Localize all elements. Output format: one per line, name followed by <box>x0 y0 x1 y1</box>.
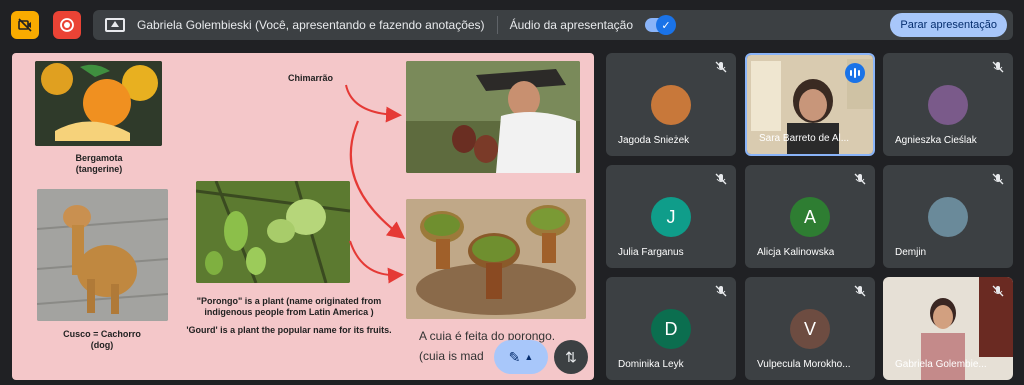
mic-off-icon <box>853 173 867 187</box>
participant-name: Jagoda Śnieżek <box>618 135 690 146</box>
expand-arrows-button[interactable]: ⇅ <box>554 340 588 374</box>
participant-tile[interactable]: A Alicja Kalinowska <box>745 165 875 268</box>
avatar <box>928 85 968 125</box>
participant-tile[interactable]: J Julia Farganus <box>606 165 736 268</box>
annotation-pen-icon: ✎ <box>508 348 521 365</box>
avatar <box>651 85 691 125</box>
presentation-audio-toggle[interactable]: ✓ <box>645 15 676 35</box>
avatar <box>928 197 968 237</box>
avatar: D <box>651 309 691 349</box>
participant-tile[interactable]: Gabriela Golembie... <box>883 277 1013 380</box>
participant-tile[interactable]: D Dominika Leyk <box>606 277 736 380</box>
participant-name: Gabriela Golembie... <box>895 359 987 370</box>
top-bar: Gabriela Golembieski (Você, apresentando… <box>0 0 1024 50</box>
avatar: J <box>651 197 691 237</box>
record-button[interactable] <box>53 11 81 39</box>
participant-tile[interactable]: Demjin <box>883 165 1013 268</box>
annotation-toolbar-button[interactable]: ✎ ▲ <box>494 340 548 374</box>
record-icon <box>60 18 74 32</box>
participant-name: Demjin <box>895 247 927 258</box>
participant-tile[interactable]: Agnieszka Cieślak <box>883 53 1013 156</box>
stop-presenting-button[interactable]: Parar apresentação <box>890 13 1007 37</box>
avatar-initial: D <box>664 318 678 339</box>
participant-name: Sara Barreto de Al... <box>759 133 850 144</box>
mic-off-icon <box>991 61 1005 75</box>
divider <box>496 16 498 34</box>
mic-off-icon <box>714 173 728 187</box>
camera-off-icon <box>18 18 32 32</box>
mic-off-icon <box>714 285 728 299</box>
participant-tile[interactable]: Sara Barreto de Al... <box>745 53 875 156</box>
expand-arrows-icon: ⇅ <box>565 348 577 365</box>
annotation-arrows <box>345 84 406 284</box>
check-icon: ✓ <box>656 15 676 35</box>
avatar-initial: J <box>666 206 676 227</box>
mic-off-icon <box>991 173 1005 187</box>
camera-off-button[interactable] <box>11 11 39 39</box>
mic-off-icon <box>853 285 867 299</box>
presentation-audio-label: Áudio da apresentação <box>509 18 633 32</box>
mic-off-icon <box>714 61 728 75</box>
presenting-bar: Gabriela Golembieski (Você, apresentando… <box>93 10 1013 40</box>
avatar-initial: A <box>803 206 816 227</box>
chevron-down-icon: ▲ <box>524 352 534 362</box>
present-screen-icon <box>105 18 125 32</box>
presentation-slide: Bergamota (tangerine) Cusco = Cachorro (… <box>12 53 594 380</box>
avatar: A <box>790 197 830 237</box>
participant-name: Alicja Kalinowska <box>757 247 835 258</box>
participant-tile[interactable]: V Vulpecula Morokho... <box>745 277 875 380</box>
participant-tile[interactable]: Jagoda Śnieżek <box>606 53 736 156</box>
presenting-status-text: Gabriela Golembieski (Você, apresentando… <box>137 18 485 32</box>
participant-name: Vulpecula Morokho... <box>757 359 851 370</box>
speaking-indicator-icon <box>845 63 865 83</box>
avatar-initial: V <box>803 318 816 339</box>
participant-name: Dominika Leyk <box>618 359 684 370</box>
avatar: V <box>790 309 830 349</box>
mic-off-icon <box>991 285 1005 299</box>
participant-name: Julia Farganus <box>618 247 684 258</box>
participant-name: Agnieszka Cieślak <box>895 135 977 146</box>
